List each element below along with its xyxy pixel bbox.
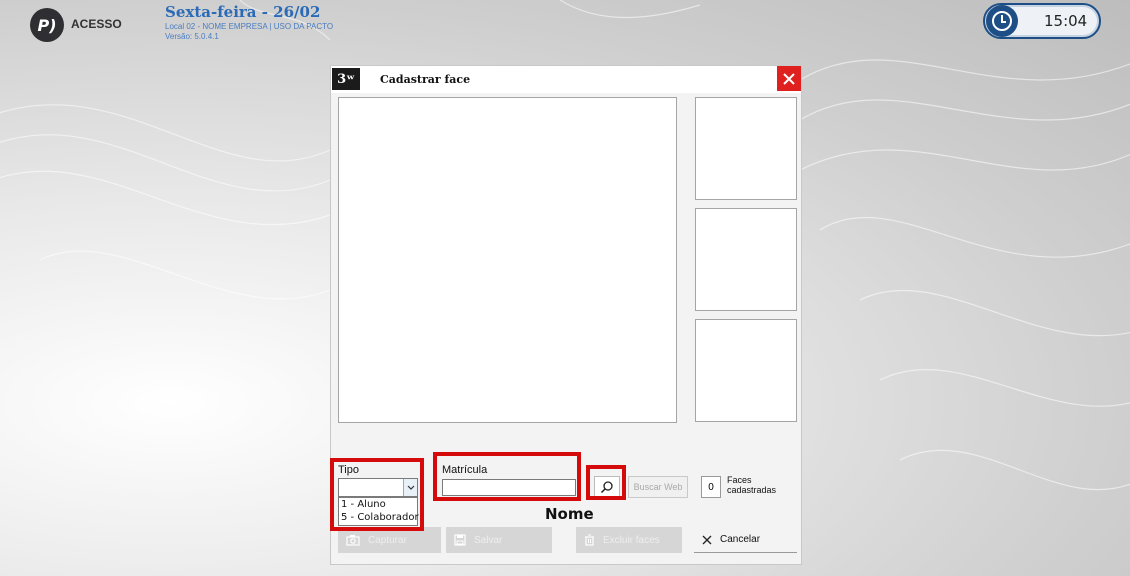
app-name: ACESSO — [71, 17, 122, 31]
capturar-label: Capturar — [368, 534, 407, 546]
camera-icon — [346, 535, 360, 546]
close-icon — [702, 535, 712, 544]
local-info: Local 02 - NOME EMPRESA | USO DA PACTO — [165, 22, 334, 31]
clock-time: 15:04 — [1044, 12, 1088, 30]
pacto-logo: P) — [30, 8, 64, 42]
capturar-button[interactable]: Capturar — [338, 527, 441, 553]
excluir-label: Excluir faces — [603, 534, 660, 546]
app-logo-icon: 3ʷ — [332, 68, 360, 90]
top-header-bar: P) ACESSO Sexta-feira - 26/02 Local 02 -… — [0, 0, 1130, 48]
matricula-input[interactable] — [442, 479, 576, 496]
tipo-select[interactable] — [338, 478, 418, 497]
dialog-title: Cadastrar face — [380, 73, 471, 86]
tipo-option-colaborador[interactable]: 5 - Colaborador — [339, 511, 419, 524]
trash-icon — [585, 534, 594, 546]
version-info: Versão: 5.0.4.1 — [165, 32, 219, 41]
date-display: Sexta-feira - 26/02 — [165, 3, 321, 21]
excluir-faces-button[interactable]: Excluir faces — [576, 527, 682, 553]
faces-label: Faces cadastradas — [727, 475, 776, 495]
cancelar-button[interactable]: Cancelar — [694, 527, 797, 553]
matricula-label: Matrícula — [442, 464, 488, 476]
nome-display: Nome — [545, 505, 594, 523]
faces-label-line2: cadastradas — [727, 485, 777, 495]
search-icon — [600, 481, 613, 494]
face-thumbnail-1 — [695, 97, 797, 200]
faces-count: 0 — [701, 476, 721, 498]
close-button[interactable] — [777, 66, 801, 91]
close-icon — [783, 72, 795, 85]
cancelar-label: Cancelar — [720, 534, 761, 545]
clock-icon — [986, 5, 1018, 37]
buscar-web-button[interactable]: Buscar Web — [628, 476, 688, 498]
dialog-titlebar: 3ʷ Cadastrar face — [331, 66, 801, 93]
salvar-label: Salvar — [474, 534, 503, 546]
chevron-down-icon[interactable] — [403, 479, 417, 496]
faces-label-line1: Faces — [727, 475, 752, 485]
salvar-button[interactable]: Salvar — [446, 527, 552, 553]
tipo-label: Tipo — [338, 464, 359, 476]
save-icon — [454, 534, 466, 546]
face-thumbnail-3 — [695, 319, 797, 422]
camera-preview — [338, 97, 677, 423]
face-thumbnail-2 — [695, 208, 797, 311]
search-button[interactable] — [594, 476, 620, 498]
cadastrar-face-dialog: 3ʷ Cadastrar face Tipo 1 - Aluno 5 - Col… — [330, 65, 802, 565]
tipo-option-aluno[interactable]: 1 - Aluno — [339, 498, 417, 511]
tipo-dropdown-list: 1 - Aluno 5 - Colaborador — [338, 497, 419, 526]
